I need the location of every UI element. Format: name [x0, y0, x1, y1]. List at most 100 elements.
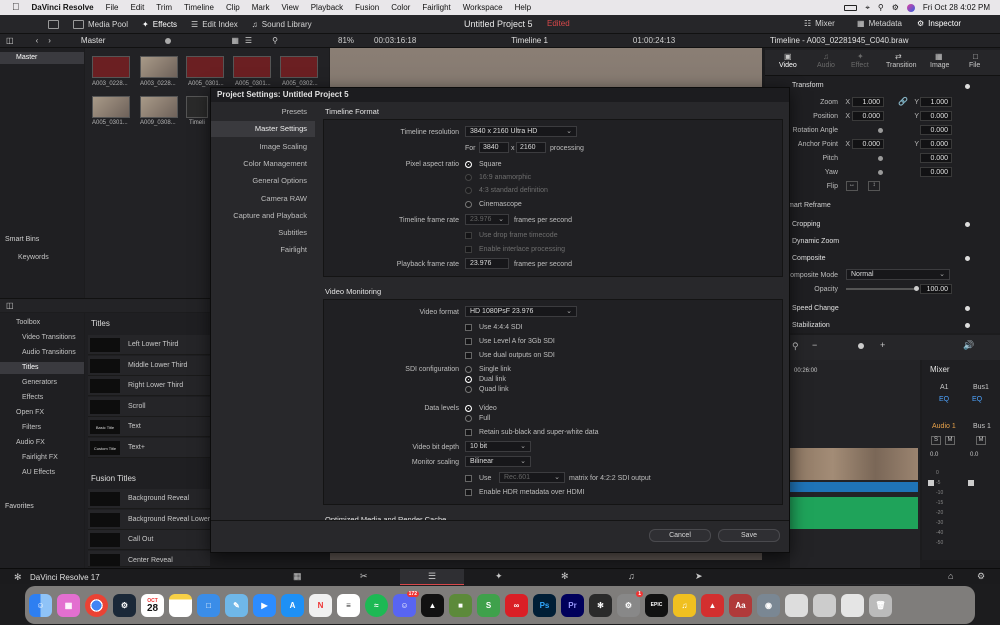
window-thumb-icon[interactable] — [785, 593, 808, 617]
finder-icon[interactable]: ☺ — [29, 593, 52, 617]
mute-button[interactable]: M — [945, 436, 955, 445]
menu-mark[interactable]: Mark — [252, 3, 270, 12]
menu-fairlight[interactable]: Fairlight — [422, 3, 450, 12]
square-radio[interactable] — [465, 161, 472, 168]
tree-generators[interactable]: Generators — [22, 379, 57, 386]
bin-master[interactable]: Master — [0, 52, 84, 64]
home-icon[interactable]: ⌂ — [948, 571, 953, 581]
reset-icon[interactable] — [965, 222, 970, 227]
tree-effects[interactable]: Effects — [22, 394, 43, 401]
metadata-button[interactable]: ▦ Metadata — [857, 19, 902, 28]
mixer-button[interactable]: ☷ Mixer — [804, 19, 835, 28]
monitor-scaling-select[interactable]: Bilinear ⌄ — [465, 456, 531, 467]
nav-camera-raw[interactable]: Camera RAW — [211, 194, 307, 203]
clip-thumbnail[interactable] — [186, 56, 224, 78]
clock[interactable]: Fri Oct 28 4:02 PM — [923, 3, 990, 12]
position-y-input[interactable]: 0.000 — [920, 111, 952, 121]
zoom-y-input[interactable]: 1.000 — [920, 97, 952, 107]
smart-reframe-header[interactable]: mart Reframe — [788, 202, 831, 209]
viewer-zoom[interactable]: 81% — [338, 36, 354, 45]
opacity-track[interactable] — [846, 288, 916, 290]
composite-header[interactable]: Composite — [792, 255, 825, 262]
clip-thumbnail[interactable] — [140, 56, 178, 78]
anamorphic-radio[interactable] — [465, 174, 472, 181]
use-matrix-checkbox[interactable] — [465, 475, 472, 482]
spotify-icon[interactable]: ≈ — [365, 593, 388, 617]
cancel-button[interactable]: Cancel — [649, 529, 711, 542]
audio-clip[interactable] — [790, 497, 918, 529]
video-levels-radio[interactable] — [465, 405, 472, 412]
matrix-select[interactable]: Rec.601 ⌄ — [499, 472, 565, 483]
window-thumb-icon[interactable] — [813, 593, 836, 617]
tab-transition[interactable]: Transition — [886, 62, 916, 69]
tree-open-fx[interactable]: Open FX — [16, 409, 44, 416]
edit-page-icon[interactable]: ☰ — [400, 569, 464, 585]
nav-color-management[interactable]: Color Management — [211, 159, 307, 168]
nav-master-settings[interactable]: Master Settings — [211, 121, 315, 137]
clip-thumbnail[interactable] — [233, 56, 271, 78]
tree-audio-fx[interactable]: Audio FX — [16, 439, 45, 446]
control-center-icon[interactable]: ⚙ — [892, 3, 899, 12]
battery-icon[interactable] — [844, 4, 858, 11]
save-button[interactable]: Save — [718, 529, 780, 542]
thumb-size-slider[interactable] — [165, 37, 172, 44]
cropping-header[interactable]: Cropping — [792, 221, 820, 228]
tab-effect[interactable]: Effect — [851, 62, 869, 69]
chrome-icon[interactable] — [85, 593, 108, 617]
search-icon[interactable]: ⚲ — [272, 36, 278, 45]
video-clip-bar[interactable] — [790, 482, 918, 492]
tree-titles[interactable]: Titles — [0, 362, 84, 374]
disk-utility-icon[interactable]: ◉ — [757, 593, 780, 617]
wifi-icon[interactable]: ⌖ — [865, 3, 870, 13]
rotation-slider[interactable] — [878, 128, 883, 133]
clip-thumbnail[interactable] — [92, 96, 130, 118]
inspector-button[interactable]: ⚙ Inspector — [917, 19, 961, 28]
standard-def-radio[interactable] — [465, 187, 472, 194]
fader-handle[interactable] — [968, 480, 974, 486]
keynote-icon[interactable]: □ — [197, 593, 220, 617]
tree-fairlight-fx[interactable]: Fairlight FX — [22, 454, 58, 461]
zoom-search-icon[interactable]: ⚲ — [792, 341, 799, 352]
fairlight-page-icon[interactable]: ♫ — [628, 571, 635, 581]
stabilization-header[interactable]: Stabilization — [792, 322, 830, 329]
transform-header[interactable]: Transform — [792, 82, 824, 89]
single-link-radio[interactable] — [465, 366, 472, 373]
minecraft-icon[interactable]: ■ — [449, 593, 472, 617]
media-page-icon[interactable]: ▦ — [293, 571, 302, 582]
fusion-title-item[interactable]: Center Reveal — [88, 551, 210, 567]
edit-index-button[interactable]: ☰ Edit Index — [191, 20, 238, 29]
deliver-page-icon[interactable]: ➤ — [695, 571, 703, 582]
discord-icon[interactable]: ☺ 172 — [393, 590, 419, 617]
menu-edit[interactable]: Edit — [131, 3, 145, 12]
search-icon[interactable]: ⚲ — [878, 3, 884, 12]
resolution-width-input[interactable]: 3840 — [479, 142, 509, 153]
settings-icon[interactable]: ⚙ — [977, 571, 985, 582]
clip-thumbnail[interactable] — [140, 96, 178, 118]
opacity-input[interactable]: 100.00 — [920, 284, 952, 294]
title-item[interactable]: Middle Lower Third — [88, 356, 210, 376]
notes-icon[interactable] — [169, 593, 192, 617]
creative-cloud-icon[interactable]: ∞ — [505, 593, 528, 617]
bit-depth-select[interactable]: 10 bit ⌄ — [465, 441, 531, 452]
audio-app-icon[interactable]: ♫ — [673, 593, 696, 617]
eq-button[interactable]: EQ — [972, 396, 982, 403]
media-pool-button[interactable]: Media Pool — [73, 19, 128, 29]
zoom-icon[interactable]: ▶ — [253, 593, 276, 617]
tree-au-effects[interactable]: AU Effects — [22, 469, 55, 476]
layout-icon[interactable] — [48, 19, 59, 29]
stocks-icon[interactable]: ▲ — [421, 593, 444, 617]
forward-icon[interactable]: › — [48, 36, 51, 45]
timeline-thumbnail[interactable] — [186, 96, 208, 118]
title-item[interactable]: Right Lower Third — [88, 376, 210, 396]
cloud-app-icon[interactable]: S — [477, 593, 500, 617]
flip-horizontal-icon[interactable]: ↔ — [846, 181, 858, 191]
menu-timeline[interactable]: Timeline — [184, 3, 214, 12]
reminders-icon[interactable]: ≡ — [337, 593, 360, 617]
yaw-input[interactable]: 0.000 — [920, 167, 952, 177]
tab-video[interactable]: Video — [779, 62, 797, 69]
video-format-select[interactable]: HD 1080PsF 23.976 ⌄ — [465, 306, 577, 317]
menu-view[interactable]: View — [282, 3, 299, 12]
calendar-icon[interactable]: OCT 28 — [141, 593, 164, 617]
grid-view-icon[interactable]: ▦ — [231, 36, 239, 45]
zoom-out-icon[interactable]: − — [812, 340, 817, 350]
